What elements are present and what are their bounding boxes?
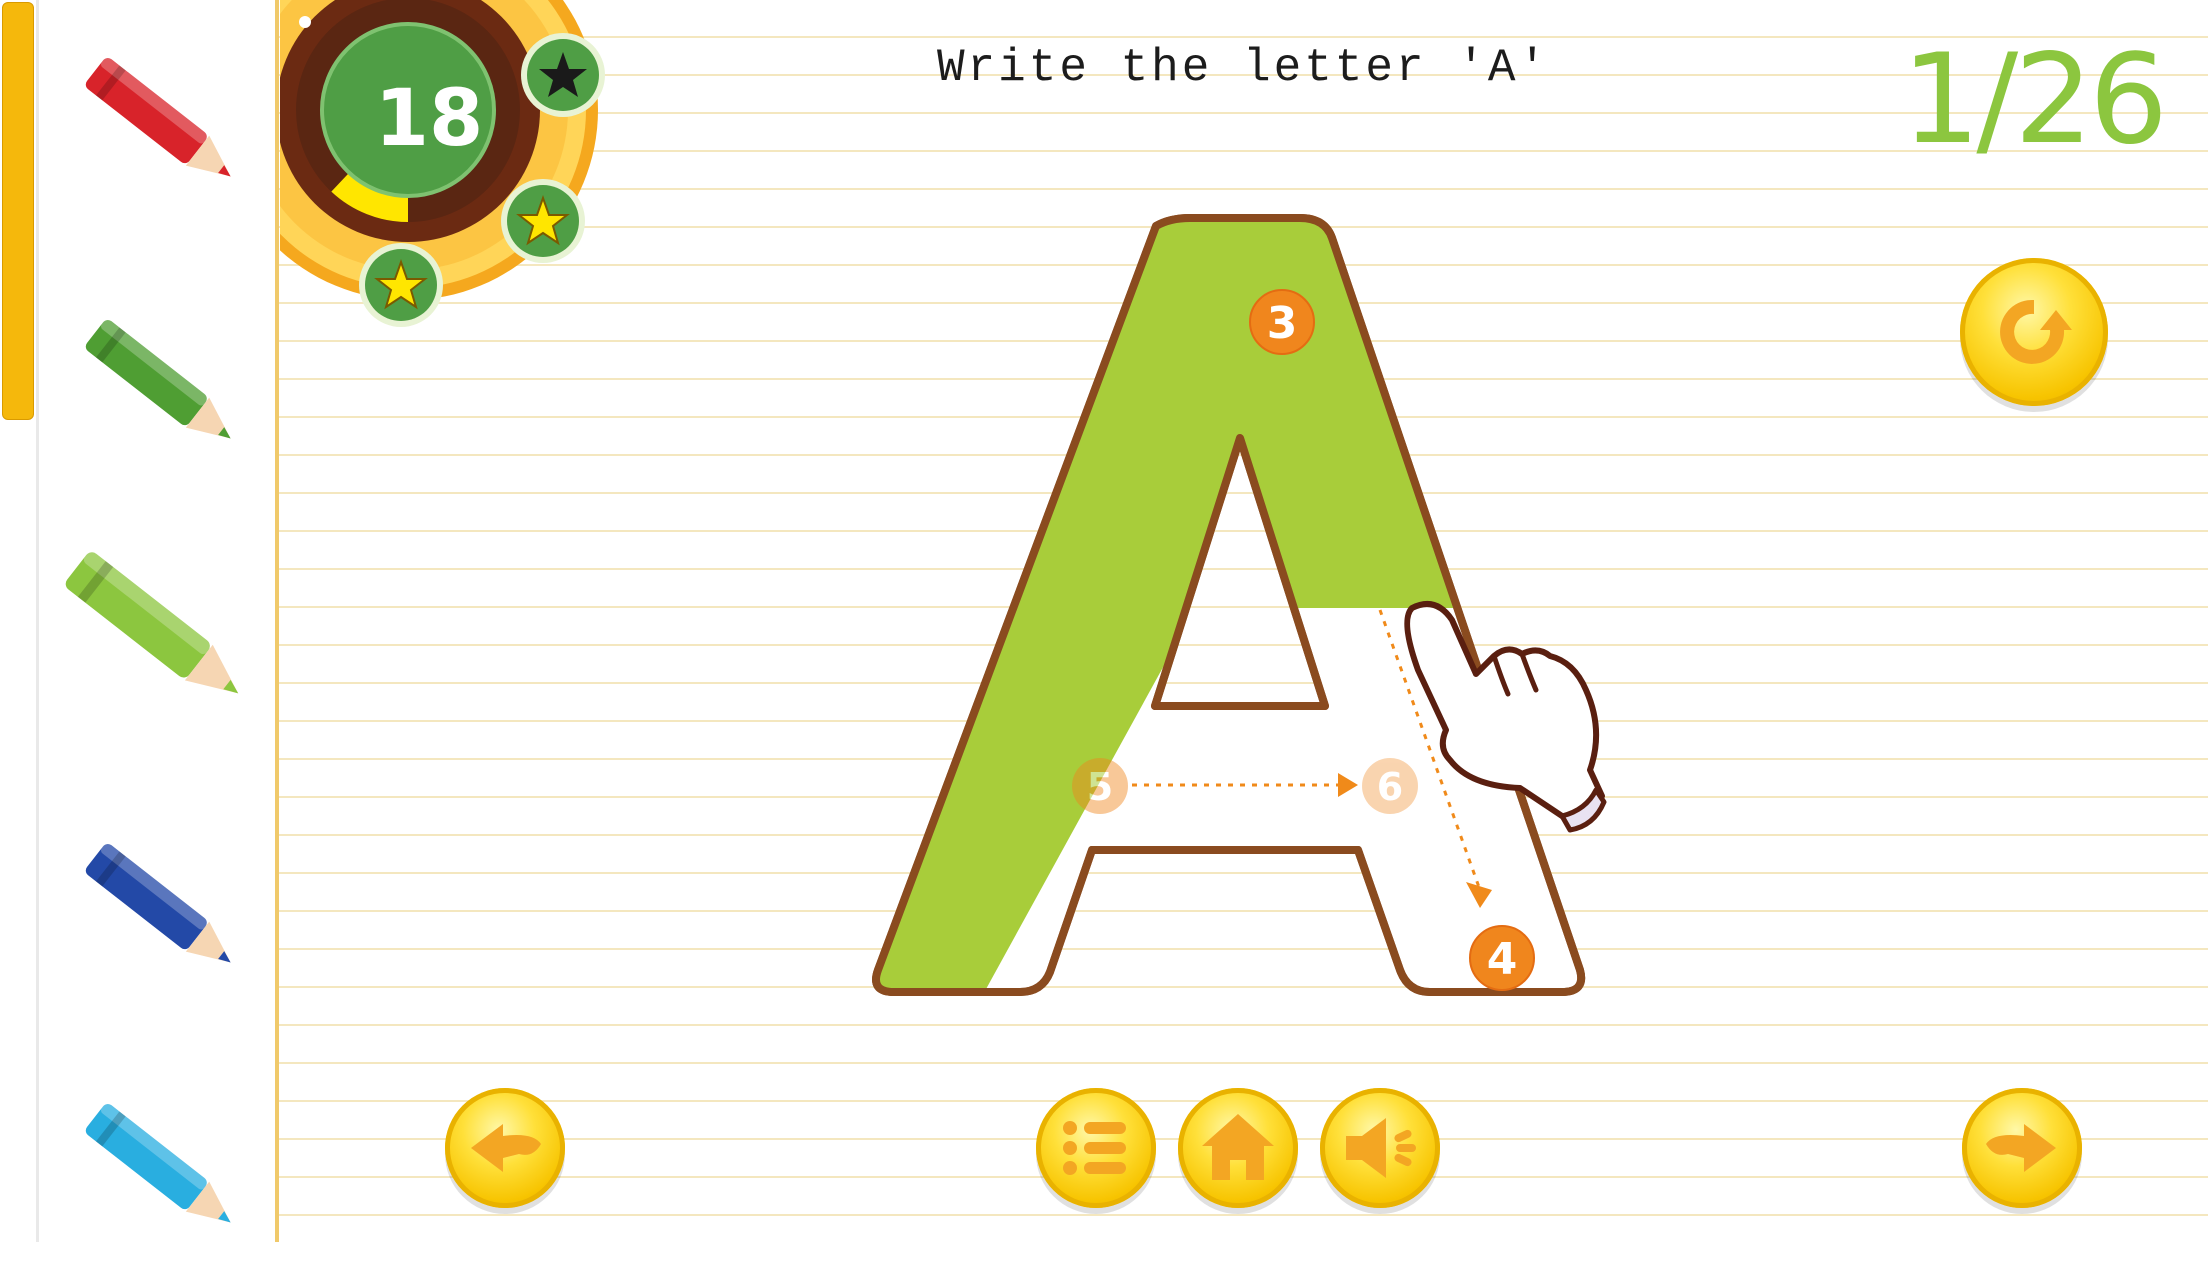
color-palette-sidebar [0, 0, 278, 1242]
pencil-icon [85, 1103, 231, 1223]
sidebar-divider [36, 0, 39, 1242]
svg-text:5: 5 [1087, 765, 1113, 809]
stroke-number-5: 5 [1072, 758, 1128, 814]
pencil-blue[interactable] [66, 822, 236, 982]
star-badge-earned [501, 179, 585, 263]
refresh-button[interactable] [1960, 258, 2108, 406]
pencil-icon [65, 551, 239, 694]
sound-button[interactable] [1320, 1088, 1440, 1208]
stroke-number-4: 4 [1469, 925, 1535, 991]
svg-text:6: 6 [1377, 765, 1403, 809]
pencil-icon [85, 843, 231, 963]
speaker-icon [1346, 1118, 1416, 1178]
previous-button[interactable] [445, 1088, 565, 1208]
home-icon [1202, 1114, 1274, 1180]
star-badge-earned [359, 243, 443, 327]
pencil-red[interactable] [66, 36, 236, 196]
letter-progress: 1/26 [1901, 28, 2168, 172]
pencil-icon [85, 319, 231, 439]
list-icon [1063, 1121, 1126, 1175]
sidebar-scrollbar[interactable] [2, 2, 34, 420]
menu-button[interactable] [1036, 1088, 1156, 1208]
stroke-number-6: 6 [1362, 758, 1418, 814]
refresh-icon [2000, 299, 2072, 364]
svg-text:3: 3 [1267, 298, 1298, 349]
pencil-cyan[interactable] [66, 1082, 236, 1242]
pencil-icon [85, 57, 231, 177]
arrow-left-icon [471, 1124, 541, 1172]
stroke-number-3: 3 [1249, 289, 1315, 355]
pencil-light-green[interactable] [40, 532, 253, 715]
paper-margin-line [275, 0, 279, 1242]
timer-dot [299, 16, 311, 28]
letter-tracing-area[interactable]: 3 4 5 6 [860, 200, 1620, 1050]
next-button[interactable] [1962, 1088, 2082, 1208]
pencil-green[interactable] [66, 298, 236, 458]
arrow-right-icon [1986, 1124, 2056, 1172]
home-button[interactable] [1178, 1088, 1298, 1208]
svg-text:4: 4 [1487, 934, 1518, 985]
